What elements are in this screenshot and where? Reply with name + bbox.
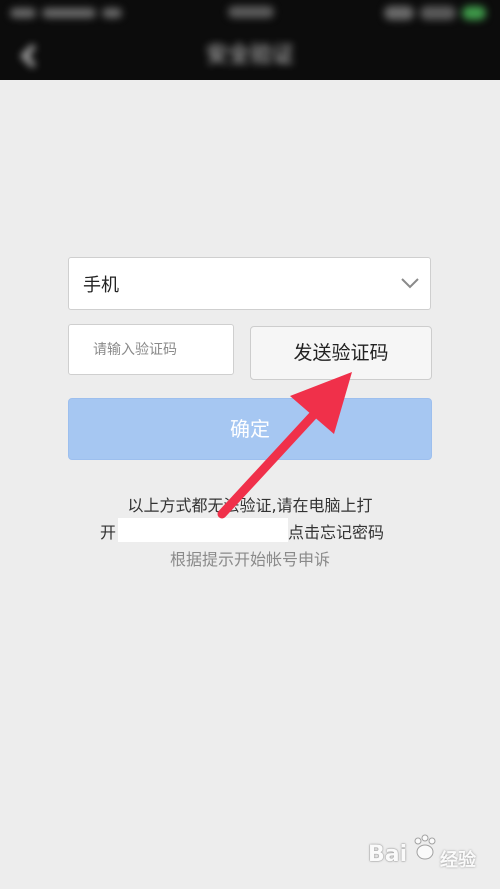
status-bar-time: [228, 6, 274, 18]
verification-code-input[interactable]: [68, 324, 234, 375]
paw-icon: [412, 834, 438, 868]
masked-url: [118, 518, 288, 542]
phone-select[interactable]: 手机: [68, 257, 431, 310]
top-bar: 安全验证: [0, 0, 500, 80]
hint-line-3: 根据提示开始帐号申诉: [169, 550, 330, 569]
watermark-brand: Bai: [368, 842, 408, 867]
phone-label: 手机: [83, 275, 119, 296]
chevron-down-icon: [400, 273, 420, 293]
hint-line-2-prefix: 开: [100, 523, 117, 542]
send-code-button[interactable]: 发送验证码: [250, 326, 432, 380]
status-bar-carrier: [10, 4, 140, 22]
masked-phone-number: [121, 264, 273, 292]
hint-line-1: 以上方式都无法验证,请在电脑上打: [127, 496, 373, 515]
status-bar-battery: [384, 4, 488, 22]
confirm-button[interactable]: 确定: [68, 398, 432, 460]
hint-line-2-suffix: 点击忘记密码: [288, 523, 385, 542]
page-title: 安全验证: [205, 43, 294, 68]
chevron-left-icon: [14, 44, 46, 78]
baidu-jingyan-watermark: Bai 经验: [368, 834, 486, 880]
watermark-product: 经验: [440, 850, 476, 871]
back-button[interactable]: [14, 38, 46, 74]
